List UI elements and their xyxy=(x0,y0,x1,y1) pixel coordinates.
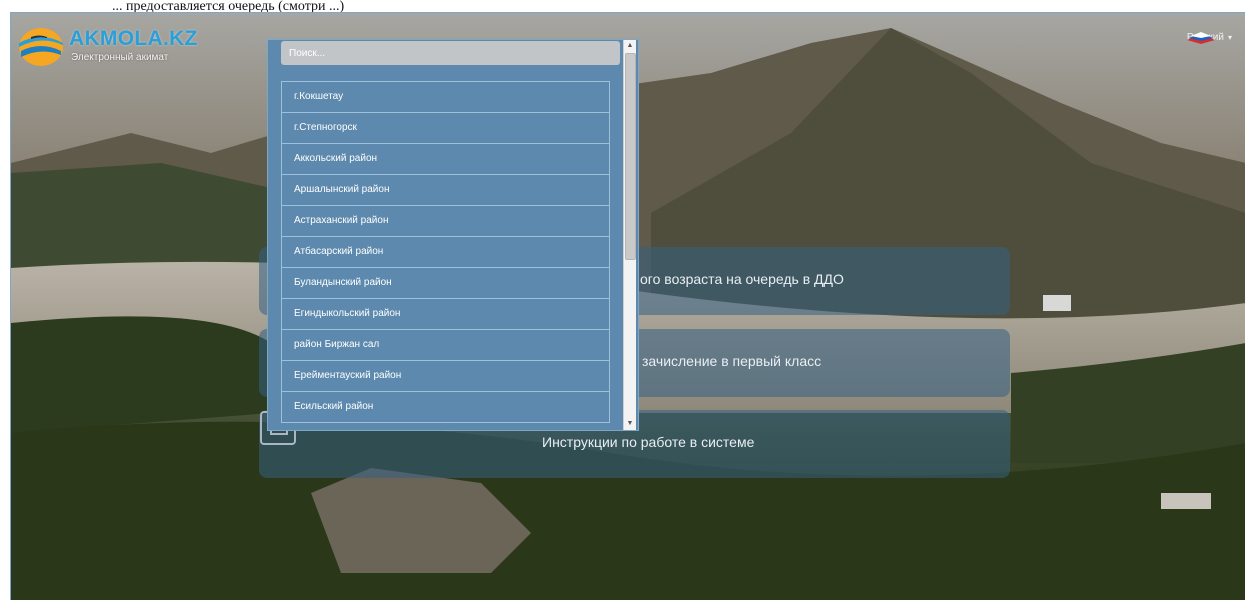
scroll-up-arrow-icon[interactable]: ▲ xyxy=(624,40,636,52)
list-item[interactable]: Егиндыкольский район xyxy=(282,299,609,330)
scroll-down-arrow-icon[interactable]: ▼ xyxy=(624,418,636,430)
chevron-down-icon: ▾ xyxy=(1227,33,1232,42)
card-first-grade-label: зачисление в первый класс xyxy=(642,353,822,369)
list-item[interactable]: г.Кокшетау xyxy=(282,82,609,113)
list-item[interactable]: Буландынский район xyxy=(282,268,609,299)
list-item[interactable]: Аккольский район xyxy=(282,144,609,175)
list-item[interactable]: Ерейментауский район xyxy=(282,361,609,392)
region-list: г.Кокшетау г.Степногорск Аккольский райо… xyxy=(281,81,610,423)
scrollbar-thumb[interactable] xyxy=(625,53,636,260)
russia-flag-icon xyxy=(1186,32,1215,44)
card-instructions-label: Инструкции по работе в системе xyxy=(542,434,755,450)
region-dropdown[interactable]: г.Кокшетау г.Степногорск Аккольский райо… xyxy=(267,39,639,431)
list-item[interactable]: Аршалынский район xyxy=(282,175,609,206)
logo-subtitle: Электронный акимат xyxy=(71,52,169,63)
card-ddo-queue-label: ьного возраста на очередь в ДДО xyxy=(625,271,844,287)
list-item[interactable]: Астраханский район xyxy=(282,206,609,237)
search-input[interactable] xyxy=(281,41,620,65)
page-background: AKMOLA.KZ Электронный акимат Русский ▾ ь… xyxy=(10,12,1245,600)
list-item[interactable]: г.Степногорск xyxy=(282,113,609,144)
logo-title: AKMOLA.KZ xyxy=(69,27,198,50)
document-caption: ... предоставляется очередь (смотри ...) xyxy=(0,0,1245,12)
logo-globe-icon xyxy=(19,28,63,66)
list-item[interactable]: Есильский район xyxy=(282,392,609,423)
dropdown-scrollbar[interactable]: ▲ ▼ xyxy=(623,40,636,430)
language-selector[interactable]: Русский ▾ xyxy=(1186,32,1232,44)
list-item[interactable]: Атбасарский район xyxy=(282,237,609,268)
list-item[interactable]: район Биржан сал xyxy=(282,330,609,361)
site-logo[interactable]: AKMOLA.KZ Электронный акимат xyxy=(17,25,217,70)
